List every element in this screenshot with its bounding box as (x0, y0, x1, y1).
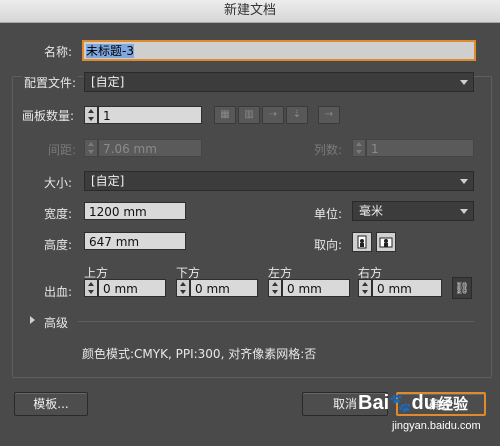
cancel-button-label: 取消 (332, 397, 357, 411)
watermark-url: jingyan.baidu.com (392, 420, 481, 432)
bleed-right-stepper[interactable] (358, 279, 372, 297)
height-label: 高度: (44, 238, 73, 252)
grid-by-column-icon[interactable]: ▥ (238, 106, 260, 124)
arrange-by-column-icon[interactable]: ⇣ (286, 106, 308, 124)
advanced-label[interactable]: 高级 (44, 314, 68, 331)
window-title: 新建文档 (223, 3, 276, 18)
chevron-down-icon (460, 209, 468, 214)
spacing-label: 间距: (48, 143, 77, 157)
profile-value: [自定] (91, 75, 125, 89)
columns-input: 1 (366, 139, 474, 157)
bleed-label: 出血: (44, 285, 73, 299)
layout-direction-icon[interactable]: → (318, 106, 340, 124)
bleed-right-value: 0 mm (377, 282, 412, 296)
spacing-value: 7.06 mm (103, 142, 157, 156)
artboards-input[interactable]: 1 (98, 106, 202, 124)
bleed-left-value: 0 mm (287, 282, 322, 296)
portrait-icon (357, 235, 367, 249)
profile-label: 配置文件: (22, 74, 79, 91)
chevron-down-icon (460, 179, 468, 184)
size-value: [自定] (91, 174, 125, 188)
bleed-bottom-input[interactable]: 0 mm (190, 279, 258, 297)
orientation-label: 取向: (314, 238, 343, 252)
artboards-label: 画板数量: (22, 109, 75, 123)
name-input[interactable]: 未标题-3 (82, 40, 476, 61)
size-select[interactable]: [自定] (84, 171, 474, 191)
spacing-input: 7.06 mm (98, 139, 202, 157)
width-input[interactable]: 1200 mm (84, 202, 186, 220)
chain-link-icon: ⛓ (454, 281, 470, 295)
link-bleed-button[interactable]: ⛓ (452, 277, 472, 299)
bleed-top-input[interactable]: 0 mm (98, 279, 166, 297)
units-label: 单位: (314, 207, 343, 221)
baidu-watermark-logo: Bai🐾du 经验 (358, 392, 468, 414)
height-input[interactable]: 647 mm (84, 232, 186, 250)
columns-label: 列数: (314, 143, 343, 157)
advanced-divider (78, 321, 474, 322)
document-info: 颜色模式:CMYK, PPI:300, 对齐像素网格:否 (82, 347, 317, 361)
width-value: 1200 mm (89, 205, 147, 219)
bleed-left-stepper[interactable] (268, 279, 282, 297)
templates-button[interactable]: 模板... (14, 392, 88, 416)
bleed-bottom-value: 0 mm (195, 282, 230, 296)
portrait-button[interactable] (352, 232, 372, 252)
artboards-stepper[interactable] (84, 106, 98, 124)
templates-button-label: 模板... (33, 397, 69, 411)
spacing-stepper (84, 139, 98, 157)
bleed-top-value: 0 mm (103, 282, 138, 296)
columns-stepper (352, 139, 366, 157)
size-label: 大小: (44, 176, 73, 190)
units-value: 毫米 (359, 204, 384, 218)
width-label: 宽度: (44, 207, 73, 221)
grid-by-row-icon[interactable]: ▦ (214, 106, 236, 124)
bleed-top-stepper[interactable] (84, 279, 98, 297)
name-label: 名称: (44, 45, 73, 59)
height-value: 647 mm (89, 235, 140, 249)
paw-icon: 🐾 (389, 393, 412, 413)
name-value: 未标题-3 (86, 44, 134, 58)
bleed-right-input[interactable]: 0 mm (372, 279, 442, 297)
units-select[interactable]: 毫米 (352, 201, 474, 221)
landscape-button[interactable] (376, 232, 396, 252)
arrange-by-row-icon[interactable]: ⇢ (262, 106, 284, 124)
landscape-icon (379, 237, 393, 248)
bleed-left-input[interactable]: 0 mm (282, 279, 350, 297)
expand-triangle-icon[interactable] (30, 316, 35, 324)
bleed-bottom-stepper[interactable] (176, 279, 190, 297)
window-titlebar: 新建文档 (0, 0, 500, 23)
profile-select[interactable]: [自定] (84, 72, 474, 92)
artboards-value: 1 (103, 109, 111, 123)
columns-value: 1 (371, 142, 379, 156)
chevron-down-icon (460, 80, 468, 85)
